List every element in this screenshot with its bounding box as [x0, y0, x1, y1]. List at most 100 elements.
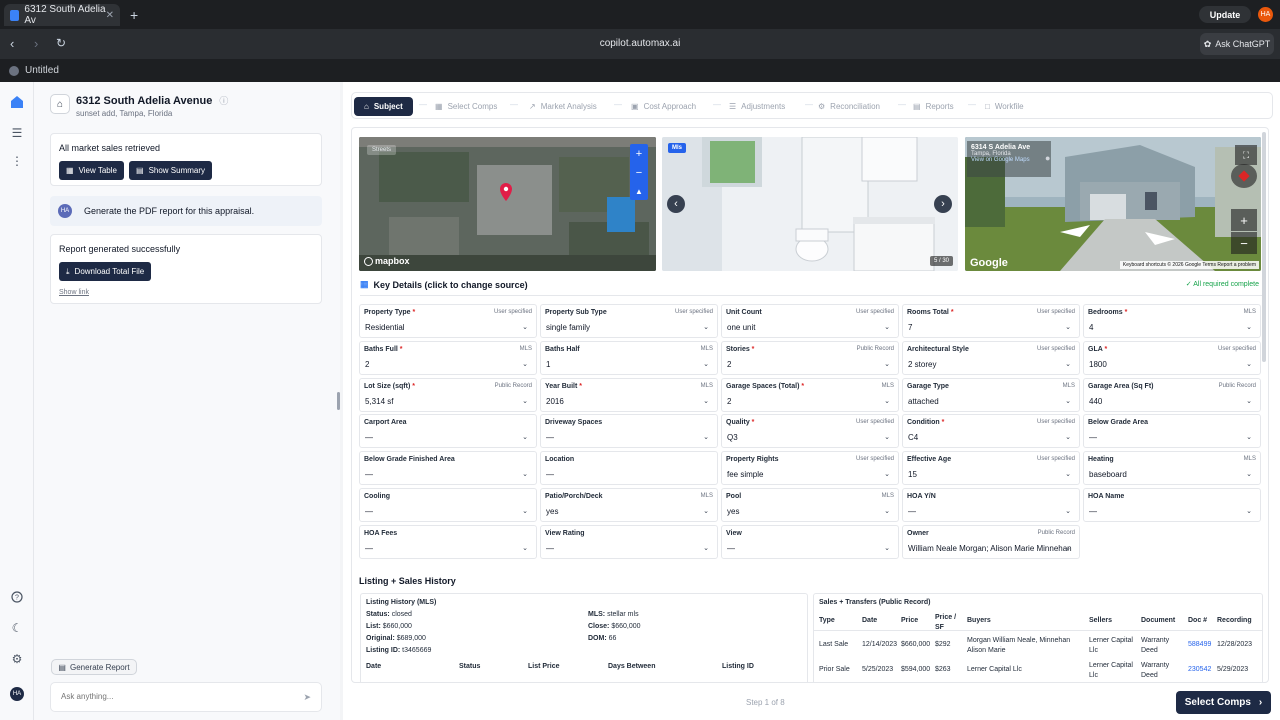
chevron-down-icon[interactable]: ⌄: [703, 433, 709, 441]
field-value[interactable]: —: [546, 470, 554, 479]
field-source[interactable]: User specified: [1037, 346, 1075, 352]
field-value[interactable]: 2016: [546, 397, 564, 406]
field-value[interactable]: attached: [908, 397, 939, 406]
new-tab-button[interactable]: +: [130, 7, 138, 23]
browser-tab[interactable]: 6312 South Adelia Av ✕: [4, 4, 120, 26]
settings-icon[interactable]: ⚙: [9, 651, 25, 667]
field-source[interactable]: MLS: [1244, 309, 1256, 315]
zoom-out-icon[interactable]: −: [636, 167, 642, 179]
field-garage-type[interactable]: Garage Type MLS attached ⌄: [902, 377, 1080, 412]
step-workfile[interactable]: □ Workfile: [985, 97, 1024, 116]
chat-input[interactable]: [61, 692, 291, 701]
chevron-down-icon[interactable]: ⌄: [703, 323, 709, 331]
field-hoa-name[interactable]: HOA Name — ⌄: [1083, 488, 1261, 522]
chevron-down-icon[interactable]: ⌄: [522, 507, 528, 515]
step-subject[interactable]: ⌂ Subject: [354, 97, 413, 116]
chevron-down-icon[interactable]: ⌄: [884, 544, 890, 552]
field-garage-spaces-total[interactable]: Garage Spaces (Total) * MLS 2 ⌄: [721, 377, 899, 412]
field-value[interactable]: C4: [908, 433, 918, 442]
chevron-down-icon[interactable]: ⌄: [703, 544, 709, 552]
profile-avatar[interactable]: HA: [1258, 7, 1273, 22]
field-hoa-y-n[interactable]: HOA Y/N — ⌄: [902, 488, 1080, 522]
field-source[interactable]: Public Record: [495, 383, 532, 389]
column-header[interactable]: Date: [862, 617, 877, 624]
column-header[interactable]: Status: [459, 663, 480, 670]
field-property-type[interactable]: Property Type * User specified Residential…: [359, 304, 537, 338]
field-value[interactable]: —: [546, 433, 554, 442]
field-value[interactable]: —: [1089, 433, 1097, 442]
field-source[interactable]: Public Record: [1038, 530, 1075, 536]
street-view[interactable]: 6314 S Adelia Ave Tampa, Florida View on…: [965, 137, 1261, 271]
column-header[interactable]: Type: [819, 617, 835, 624]
column-header[interactable]: List Price: [528, 663, 560, 670]
info-icon[interactable]: ⓘ: [219, 96, 228, 106]
field-source[interactable]: MLS: [882, 383, 894, 389]
field-location[interactable]: Location —: [540, 451, 718, 486]
field-baths-full[interactable]: Baths Full * MLS 2 ⌄: [359, 340, 537, 375]
field-source[interactable]: MLS: [701, 346, 713, 352]
chevron-down-icon[interactable]: ⌄: [884, 397, 890, 405]
show-link[interactable]: Show link: [59, 289, 89, 296]
help-icon[interactable]: ?: [9, 589, 25, 605]
column-header[interactable]: Doc #: [1188, 617, 1207, 624]
chevron-down-icon[interactable]: ⌄: [1246, 433, 1252, 441]
field-source[interactable]: MLS: [1244, 456, 1256, 462]
field-value[interactable]: Q3: [727, 433, 738, 442]
field-hoa-fees[interactable]: HOA Fees — ⌄: [359, 524, 537, 559]
chevron-down-icon[interactable]: ⌄: [703, 360, 709, 368]
back-icon[interactable]: ‹: [10, 36, 14, 51]
column-header[interactable]: Listing ID: [722, 663, 754, 670]
field-source[interactable]: User specified: [494, 309, 532, 315]
chevron-down-icon[interactable]: ⌄: [1065, 360, 1071, 368]
field-value[interactable]: yes: [546, 507, 558, 516]
field-value[interactable]: yes: [727, 507, 739, 516]
field-source[interactable]: Public Record: [1219, 383, 1256, 389]
download-button[interactable]: ⤓ Download Total File: [59, 262, 152, 281]
tab-close-icon[interactable]: ✕: [106, 10, 114, 21]
chevron-down-icon[interactable]: ⌄: [522, 433, 528, 441]
field-cooling[interactable]: Cooling — ⌄: [359, 488, 537, 522]
generate-report-button[interactable]: ▤ Generate Report: [51, 659, 137, 675]
update-button[interactable]: Update: [1199, 6, 1251, 23]
address-bar[interactable]: copilot.automax.ai: [560, 38, 720, 49]
column-header[interactable]: Document: [1141, 617, 1175, 624]
field-pool[interactable]: Pool MLS yes ⌄: [721, 488, 899, 522]
field-owner[interactable]: Owner Public Record William Neale Morgan; …: [902, 524, 1080, 559]
field-value[interactable]: single family: [546, 323, 590, 332]
field-value[interactable]: 2: [365, 360, 369, 369]
show-summary-button[interactable]: ▤ Show Summary: [129, 161, 213, 180]
field-bedrooms[interactable]: Bedrooms * MLS 4 ⌄: [1083, 304, 1261, 338]
field-gla[interactable]: GLA * User specified 1800 ⌄: [1083, 340, 1261, 375]
prev-photo-button[interactable]: ‹: [667, 195, 685, 213]
field-source[interactable]: MLS: [520, 346, 532, 352]
field-source[interactable]: User specified: [856, 419, 894, 425]
step-reports[interactable]: ▤ Reports: [913, 97, 954, 116]
field-source[interactable]: User specified: [856, 456, 894, 462]
select-comps-button[interactable]: Select Comps ›: [1176, 691, 1271, 714]
field-value[interactable]: —: [365, 507, 373, 516]
field-source[interactable]: MLS: [701, 493, 713, 499]
chevron-down-icon[interactable]: ⌄: [1246, 470, 1252, 478]
chevron-down-icon[interactable]: ⌄: [522, 360, 528, 368]
step-market-analysis[interactable]: ↗ Market Analysis: [529, 97, 597, 116]
compass-icon[interactable]: ▲: [635, 187, 643, 196]
field-value[interactable]: 5,314 sf: [365, 397, 393, 406]
field-value[interactable]: fee simple: [727, 470, 763, 479]
list-icon[interactable]: ☰: [9, 125, 25, 141]
field-source[interactable]: MLS: [1063, 383, 1075, 389]
field-property-rights[interactable]: Property Rights User specified fee simple ⌄: [721, 451, 899, 486]
step-reconciliation[interactable]: ⚙ Reconciliation: [818, 97, 880, 116]
chevron-down-icon[interactable]: ⌄: [1065, 544, 1071, 552]
chevron-down-icon[interactable]: ⌄: [1065, 397, 1071, 405]
field-source[interactable]: User specified: [675, 309, 713, 315]
chevron-down-icon[interactable]: ⌄: [1065, 470, 1071, 478]
field-architectural-style[interactable]: Architectural Style User specified 2 store…: [902, 340, 1080, 375]
step-select-comps[interactable]: ▦ Select Comps: [435, 97, 497, 116]
field-source[interactable]: User specified: [1037, 456, 1075, 462]
chevron-down-icon[interactable]: ⌄: [884, 360, 890, 368]
field-source[interactable]: User specified: [856, 309, 894, 315]
field-value[interactable]: —: [365, 544, 373, 553]
field-value[interactable]: —: [365, 433, 373, 442]
field-value[interactable]: 2: [727, 397, 731, 406]
chevron-down-icon[interactable]: ⌄: [884, 507, 890, 515]
